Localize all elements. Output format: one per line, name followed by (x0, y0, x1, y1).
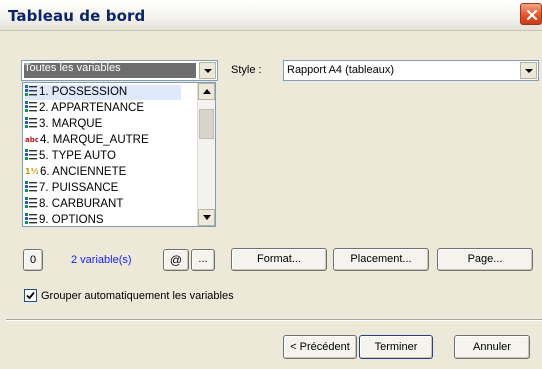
auto-group-label[interactable]: Grouper automatiquement les variables (41, 290, 234, 302)
format-button-label: Format... (256, 253, 301, 265)
zero-button[interactable]: 0 (23, 249, 43, 271)
list-item-variable[interactable]: 1½ 6. ANCIENNETE (25, 165, 126, 180)
dashboard-dialog: Tableau de bord Toutes les variables Sty… (0, 0, 542, 369)
style-dropdown-button[interactable] (520, 62, 537, 79)
placement-button[interactable]: Placement... (333, 248, 429, 271)
chevron-down-icon (525, 69, 533, 73)
categorical-icon (25, 149, 37, 160)
list-item-variable[interactable]: abc 4. MARQUE_AUTRE (25, 133, 149, 148)
variable-label: 6. ANCIENNETE (40, 166, 127, 178)
zero-button-label: 0 (29, 254, 37, 266)
variable-label: 3. MARQUE (39, 118, 103, 130)
cancel-button[interactable]: Annuler (454, 335, 530, 359)
title-bar[interactable]: Tableau de bord (0, 0, 542, 31)
scroll-up-button[interactable] (198, 83, 215, 100)
list-item-variable[interactable]: 9. OPTIONS (25, 213, 104, 226)
categorical-icon (25, 197, 37, 208)
auto-group-checkbox[interactable] (24, 289, 37, 302)
chevron-up-icon (203, 89, 211, 94)
variable-label: 4. MARQUE_AUTRE (40, 134, 149, 146)
format-button[interactable]: Format... (231, 248, 327, 271)
list-scrollbar[interactable] (197, 83, 215, 226)
list-item-variable[interactable]: 2. APPARTENANCE (25, 101, 144, 116)
categorical-icon (25, 85, 37, 96)
style-label: Style : (231, 64, 262, 76)
text-icon-glyph: abc (25, 136, 38, 144)
placement-button-label: Placement... (350, 253, 412, 265)
categorical-icon (25, 101, 37, 112)
cancel-button-label: Annuler (473, 341, 511, 353)
window-title: Tableau de bord (8, 7, 146, 25)
list-item-variable[interactable]: 7. PUISSANCE (25, 181, 118, 196)
list-item-variable[interactable]: 3. MARQUE (25, 117, 102, 132)
finish-button[interactable]: Terminer (359, 335, 433, 359)
style-select[interactable]: Rapport A4 (tableaux) (283, 60, 539, 81)
list-item-variable[interactable]: 1. POSSESSION (25, 85, 181, 100)
chevron-down-icon (203, 215, 211, 220)
variable-label: 7. PUISSANCE (39, 182, 119, 194)
variable-label: 1. POSSESSION (39, 86, 128, 98)
list-item-variable[interactable]: 5. TYPE AUTO (25, 149, 116, 164)
back-button-label: < Précédent (290, 341, 350, 353)
back-button[interactable]: < Précédent (283, 335, 357, 359)
categorical-icon (25, 181, 37, 192)
numeric-icon: 1½ (25, 165, 39, 176)
close-icon (526, 9, 538, 21)
variables-filter-value: Toutes les variables (24, 62, 121, 74)
categorical-icon (25, 117, 37, 128)
ellipsis-button-label: ... (198, 253, 208, 265)
text-icon: abc (25, 133, 39, 144)
scroll-down-button[interactable] (198, 209, 215, 226)
variable-label: 8. CARBURANT (39, 198, 124, 210)
at-button[interactable]: @ (163, 249, 189, 271)
numeric-icon-glyph: 1½ (25, 166, 38, 176)
style-value: Rapport A4 (tableaux) (287, 64, 395, 76)
scroll-thumb[interactable] (199, 109, 214, 139)
variables-filter-dropdown-button[interactable] (199, 62, 216, 79)
variable-label: 5. TYPE AUTO (39, 150, 116, 162)
chevron-down-icon (204, 69, 212, 73)
ellipsis-button[interactable]: ... (191, 249, 215, 271)
list-item-variable[interactable]: 8. CARBURANT (25, 197, 123, 212)
close-button[interactable] (520, 3, 542, 25)
page-button-label: Page... (467, 253, 503, 265)
variables-list[interactable]: 1. POSSESSION 2. APPARTENANCE 3. MARQUE … (22, 82, 216, 227)
finish-button-label: Terminer (374, 341, 418, 353)
variable-label: 9. OPTIONS (39, 214, 104, 226)
categorical-icon (25, 213, 37, 224)
separator (6, 319, 542, 321)
checkmark-icon (26, 291, 35, 300)
variable-label: 2. APPARTENANCE (39, 102, 145, 114)
page-button[interactable]: Page... (437, 248, 533, 271)
variable-count: 2 variable(s) (71, 254, 132, 266)
variables-filter-select[interactable]: Toutes les variables (21, 60, 218, 81)
at-button-label: @ (169, 253, 183, 267)
